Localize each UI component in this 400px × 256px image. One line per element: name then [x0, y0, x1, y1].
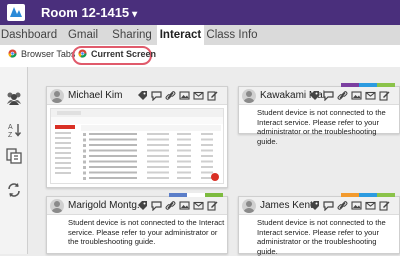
chat-icon[interactable]	[323, 90, 334, 101]
tag-icon[interactable]	[137, 90, 148, 101]
chevron-down-icon: ▾	[132, 9, 138, 20]
subtab-browser-tabs-label: Browser Tabs	[21, 49, 76, 59]
student-card[interactable]: Michael Kim	[46, 86, 228, 188]
top-bar: Room 12-1415 ▾	[0, 0, 400, 25]
connection-status-message: Student device is not connected to the I…	[68, 218, 225, 246]
image-icon[interactable]	[179, 200, 190, 211]
screen-thumbnail[interactable]	[50, 108, 224, 184]
tab-gmail[interactable]: Gmail	[62, 25, 104, 45]
students-group-icon[interactable]	[5, 89, 23, 107]
student-name: James Kent	[260, 200, 313, 211]
edit-icon[interactable]	[379, 90, 390, 101]
status-color-strip	[187, 193, 205, 197]
avatar	[50, 89, 64, 103]
connection-status-message: Student device is not connected to the I…	[257, 108, 386, 146]
tab-sharing[interactable]: Sharing	[108, 25, 156, 45]
link-icon[interactable]	[165, 90, 176, 101]
chrome-icon	[78, 49, 87, 58]
subtab-current-screen[interactable]: Current Screen	[78, 49, 156, 59]
mail-icon[interactable]	[193, 200, 204, 211]
main-tabs: Dashboard Gmail Sharing Interact Class I…	[0, 25, 400, 45]
chat-icon[interactable]	[151, 90, 162, 101]
student-card-header: Michael Kim	[47, 87, 227, 105]
room-selector[interactable]: Room 12-1415 ▾	[41, 5, 137, 20]
chat-icon[interactable]	[151, 200, 162, 211]
link-icon[interactable]	[337, 200, 348, 211]
sidebar-toolbar: A Z	[0, 67, 28, 254]
tag-icon[interactable]	[309, 200, 320, 211]
image-icon[interactable]	[351, 90, 362, 101]
view-subtabs: Browser Tabs Current Screen	[0, 45, 400, 67]
tag-icon[interactable]	[309, 90, 320, 101]
student-card-header: Marigold Montg...	[47, 197, 227, 215]
status-color-strip	[377, 193, 395, 197]
student-card-header: Kawakami Mai	[239, 87, 399, 105]
student-card-header: James Kent	[239, 197, 399, 215]
edit-icon[interactable]	[207, 90, 218, 101]
tab-dashboard[interactable]: Dashboard	[0, 25, 58, 45]
link-icon[interactable]	[337, 90, 348, 101]
image-icon[interactable]	[351, 200, 362, 211]
student-card[interactable]: Marigold Montg... Student device is not …	[46, 193, 228, 254]
tab-interact[interactable]: Interact	[157, 25, 204, 45]
chrome-icon	[8, 49, 17, 58]
svg-text:Z: Z	[8, 132, 13, 139]
student-card[interactable]: Kawakami Mai Student device is not conne…	[238, 83, 400, 146]
image-icon[interactable]	[179, 90, 190, 101]
svg-text:A: A	[8, 124, 13, 131]
app-logo-icon	[7, 4, 25, 21]
layout-cards-icon[interactable]	[5, 147, 23, 165]
status-color-strip	[169, 193, 187, 197]
subtab-current-screen-label: Current Screen	[91, 49, 157, 59]
room-name: Room 12-1415	[41, 5, 130, 20]
status-color-strip	[359, 83, 377, 87]
screen-preview-image	[51, 109, 223, 181]
mail-icon[interactable]	[365, 200, 376, 211]
chat-icon[interactable]	[323, 200, 334, 211]
mail-icon[interactable]	[365, 90, 376, 101]
connection-status-message: Student device is not connected to the I…	[257, 218, 386, 256]
status-color-strip	[341, 193, 359, 197]
status-color-strip	[341, 83, 359, 87]
edit-icon[interactable]	[379, 200, 390, 211]
avatar	[242, 199, 256, 213]
edit-icon[interactable]	[207, 200, 218, 211]
avatar	[50, 199, 64, 213]
status-color-strip	[359, 193, 377, 197]
status-color-strip	[205, 193, 223, 197]
refresh-icon[interactable]	[5, 181, 23, 199]
tab-class-info[interactable]: Class Info	[206, 25, 258, 45]
student-name: Marigold Montg...	[68, 200, 146, 211]
sort-az-icon[interactable]: A Z	[5, 121, 23, 139]
link-icon[interactable]	[165, 200, 176, 211]
student-name: Michael Kim	[68, 90, 123, 101]
status-color-strip	[377, 83, 395, 87]
avatar	[242, 89, 256, 103]
tag-icon[interactable]	[137, 200, 148, 211]
subtab-browser-tabs[interactable]: Browser Tabs	[8, 49, 75, 59]
mail-icon[interactable]	[193, 90, 204, 101]
student-card[interactable]: James Kent Student device is not connect…	[238, 193, 400, 256]
